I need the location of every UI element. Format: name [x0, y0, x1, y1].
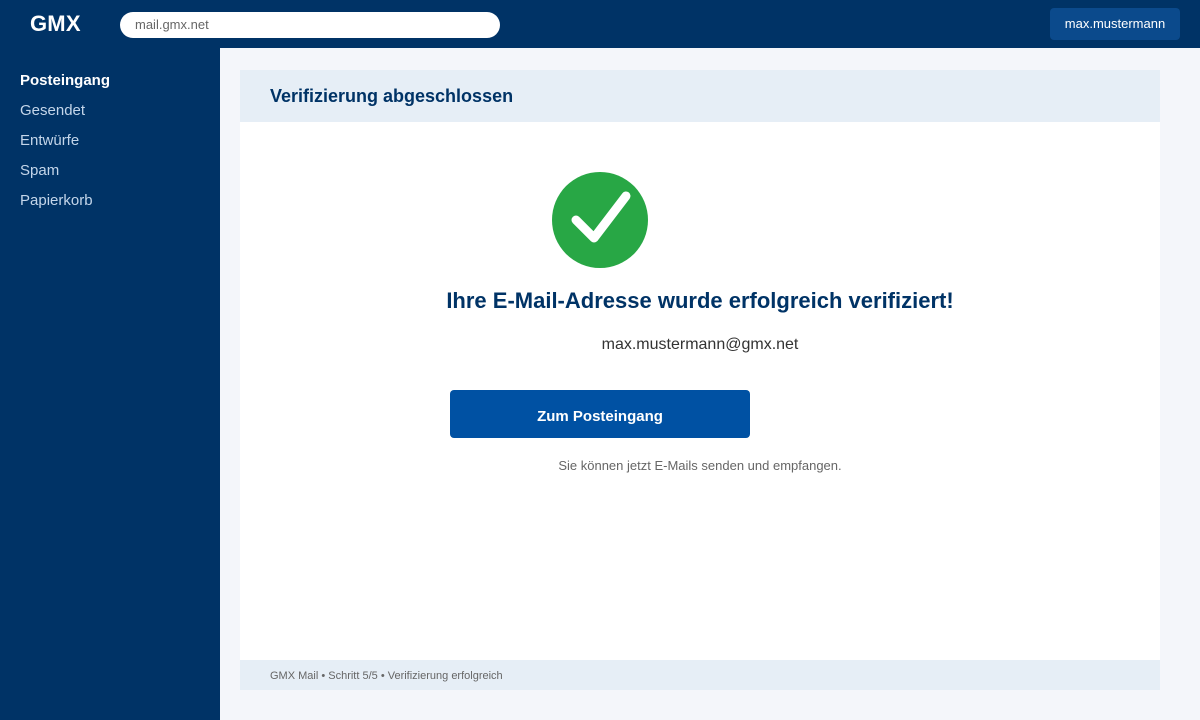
hint-text: Sie können jetzt E-Mails senden und empf… [558, 458, 842, 473]
user-account-button[interactable]: max.mustermann [1050, 8, 1180, 40]
checkmark-circle-icon [552, 172, 648, 268]
card-header: Verifizierung abgeschlossen [240, 70, 1160, 122]
verification-card: Verifizierung abgeschlossen Ihre E-Mail-… [240, 70, 1160, 690]
verified-email: max.mustermann@gmx.net [601, 336, 799, 353]
sidebar-item-gesendet[interactable]: Gesendet [20, 102, 85, 119]
sidebar: Posteingang Gesendet Entwürfe Spam Papie… [0, 48, 220, 720]
url-bar[interactable]: mail.gmx.net [120, 12, 500, 38]
gmx-logo[interactable]: GMX [30, 11, 81, 37]
sidebar-item-papierkorb[interactable]: Papierkorb [20, 192, 93, 209]
sidebar-item-posteingang[interactable]: Posteingang [20, 72, 110, 89]
success-headline: Ihre E-Mail-Adresse wurde erfolgreich ve… [446, 288, 954, 313]
card-title: Verifizierung abgeschlossen [270, 86, 514, 106]
footer-status-text: GMX Mail • Schritt 5/5 • Verifizierung e… [270, 670, 503, 682]
card-footer: GMX Mail • Schritt 5/5 • Verifizierung e… [240, 660, 1160, 690]
sidebar-item-entwuerfe[interactable]: Entwürfe [20, 132, 79, 149]
go-to-inbox-button[interactable]: Zum Posteingang [450, 390, 750, 438]
sidebar-item-spam[interactable]: Spam [20, 162, 59, 179]
top-bar: GMX mail.gmx.net max.mustermann [0, 0, 1200, 48]
